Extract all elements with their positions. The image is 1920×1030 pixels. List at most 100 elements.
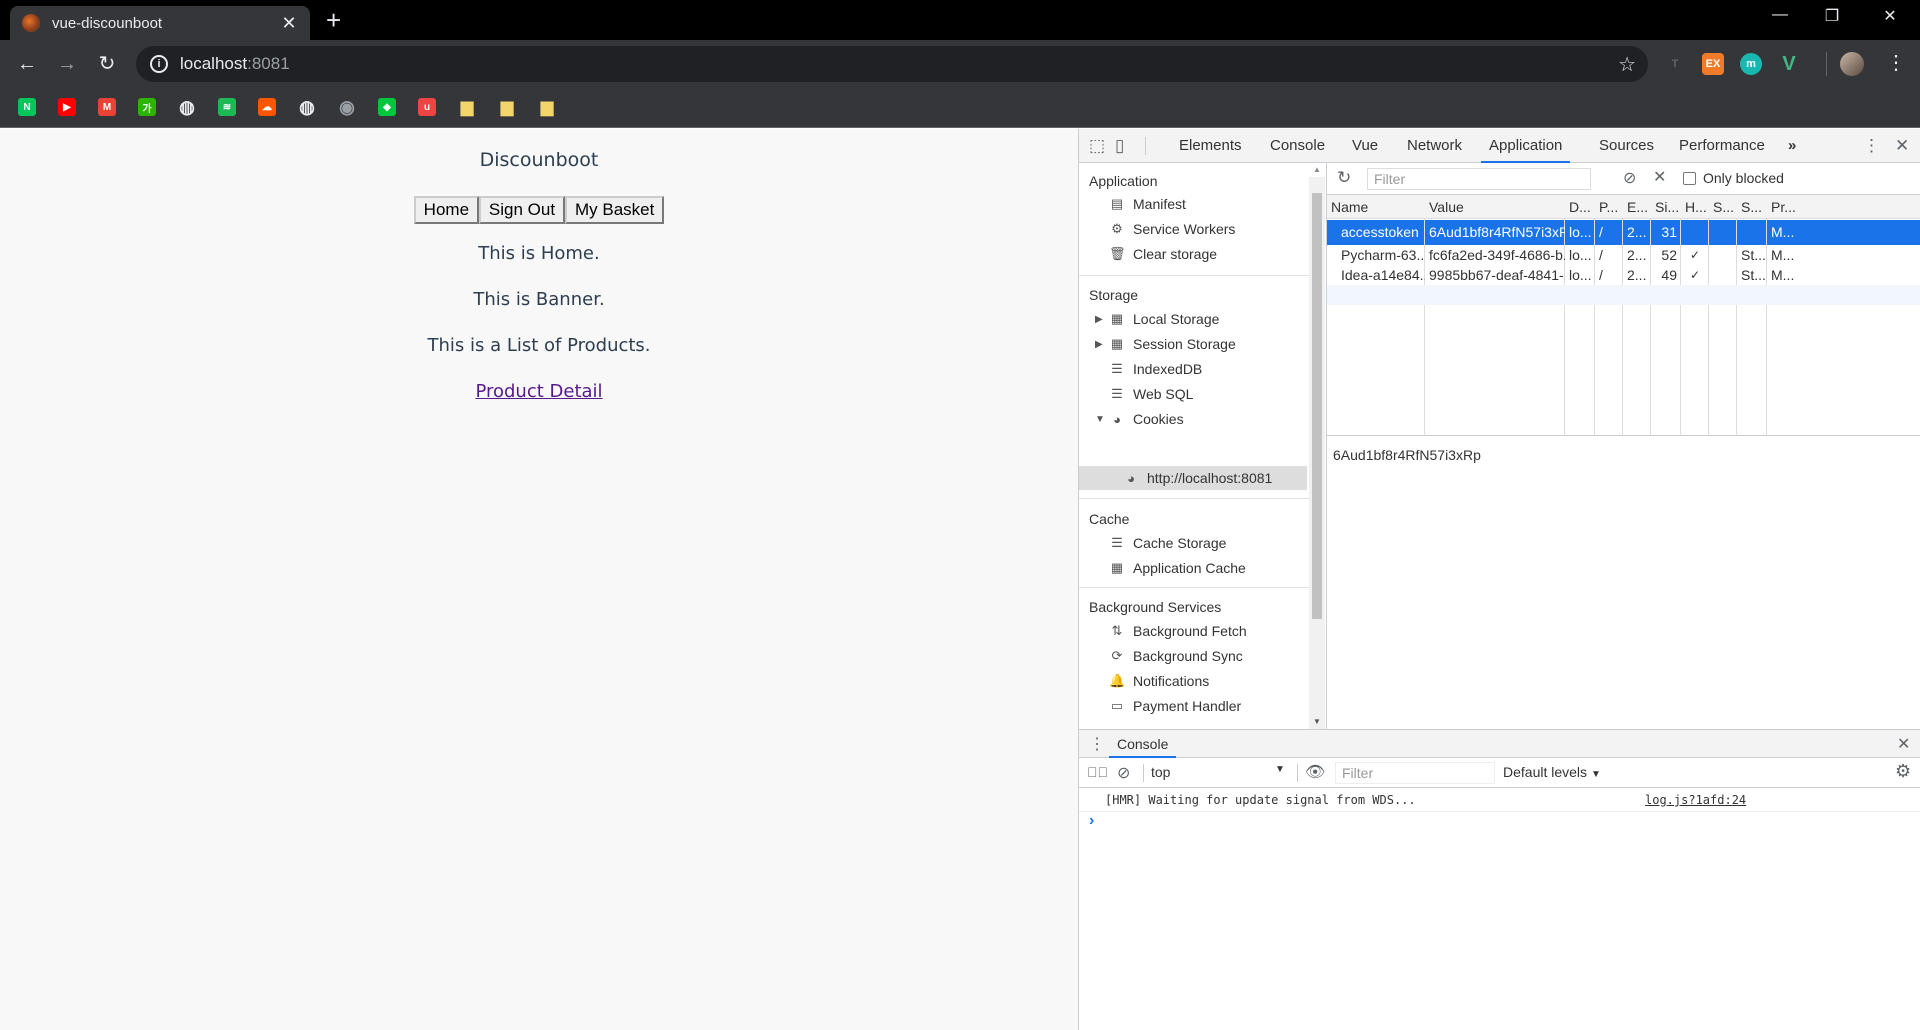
table-cell[interactable]: 6Aud1bf8r4RfN57i3xRp: [1425, 220, 1565, 245]
bookmark-icon[interactable]: ▶: [58, 98, 76, 116]
bookmark-icon[interactable]: ≋: [218, 98, 236, 116]
table-cell[interactable]: fc6fa2ed-349f-4686-b...: [1425, 245, 1565, 265]
tab-elements[interactable]: Elements: [1177, 129, 1244, 163]
scroll-down-icon[interactable]: ▼: [1313, 717, 1321, 726]
column-header[interactable]: P...: [1595, 195, 1623, 219]
only-blocked-checkbox[interactable]: [1683, 172, 1696, 185]
forward-icon[interactable]: →: [54, 52, 80, 76]
eye-icon[interactable]: 👁: [1305, 762, 1325, 782]
sidebar-item-cookie-origin[interactable]: ◕ http://localhost:8081: [1123, 467, 1272, 489]
bookmark-icon[interactable]: 가: [138, 98, 156, 116]
sidebar-item-payment-handler[interactable]: ▭ Payment Handler: [1109, 695, 1241, 717]
table-cell[interactable]: M...: [1767, 265, 1920, 285]
device-toolbar-icon[interactable]: ▯: [1115, 136, 1124, 156]
console-source-link[interactable]: log.js?1afd:24: [1645, 793, 1746, 807]
table-cell[interactable]: 2...: [1623, 245, 1651, 265]
devtools-menu-icon[interactable]: ⋮: [1863, 136, 1880, 156]
extension-icon[interactable]: V: [1778, 53, 1800, 75]
sidebar-item-cookies[interactable]: ▼ ◕ Cookies: [1095, 408, 1184, 430]
table-cell[interactable]: Pycharm-63...: [1327, 245, 1425, 265]
drawer-menu-icon[interactable]: ⋮: [1089, 734, 1105, 754]
table-cell[interactable]: ✓: [1681, 265, 1709, 285]
bookmark-icon[interactable]: u: [418, 98, 436, 116]
avatar[interactable]: [1840, 52, 1864, 76]
column-header[interactable]: E...: [1623, 195, 1651, 219]
table-cell[interactable]: [1709, 245, 1737, 265]
more-tabs-icon[interactable]: »: [1786, 129, 1798, 163]
chevron-down-icon[interactable]: ▼: [1275, 764, 1285, 775]
bookmark-icon[interactable]: ▆: [458, 98, 476, 116]
close-drawer-icon[interactable]: ✕: [1897, 734, 1910, 754]
scrollbar-thumb[interactable]: [1312, 193, 1322, 619]
log-levels-select[interactable]: Default levels ▼: [1503, 764, 1601, 780]
product-detail-link[interactable]: Product Detail: [475, 381, 602, 402]
extension-icon[interactable]: m: [1740, 53, 1762, 75]
bookmark-icon[interactable]: ▆: [538, 98, 556, 116]
table-cell[interactable]: /: [1595, 245, 1623, 265]
site-info-icon[interactable]: i: [150, 55, 168, 73]
table-cell[interactable]: M...: [1767, 220, 1920, 245]
column-header[interactable]: S...: [1737, 195, 1767, 219]
tab-network[interactable]: Network: [1405, 129, 1464, 163]
extension-icon[interactable]: EX: [1702, 53, 1724, 75]
sidebar-item-background-sync[interactable]: ⟳ Background Sync: [1109, 645, 1243, 667]
sidebar-item-local-storage[interactable]: ▶ ▦ Local Storage: [1095, 308, 1219, 330]
inspect-element-icon[interactable]: ⬚: [1089, 136, 1105, 156]
tab-vue[interactable]: Vue: [1350, 129, 1380, 163]
table-cell[interactable]: lo...: [1565, 265, 1595, 285]
clear-console-icon[interactable]: ⊘: [1117, 763, 1130, 783]
table-cell[interactable]: lo...: [1565, 220, 1595, 245]
bookmark-icon[interactable]: ◉: [338, 97, 356, 117]
table-cell[interactable]: [1709, 265, 1737, 285]
delete-selected-icon[interactable]: ✕: [1653, 167, 1666, 187]
table-cell[interactable]: St...: [1737, 265, 1767, 285]
back-icon[interactable]: ←: [14, 52, 40, 76]
tab-performance[interactable]: Performance: [1677, 129, 1767, 163]
sidebar-item-web-sql[interactable]: ☰ Web SQL: [1109, 383, 1193, 405]
bookmark-icon[interactable]: ◆: [378, 98, 396, 116]
table-cell[interactable]: Idea-a14e84...: [1327, 265, 1425, 285]
context-select[interactable]: top: [1151, 764, 1170, 780]
table-cell[interactable]: 9985bb67-deaf-4841-...: [1425, 265, 1565, 285]
sidebar-item-notifications[interactable]: 🔔 Notifications: [1109, 670, 1209, 692]
tab-console-drawer[interactable]: Console: [1109, 730, 1177, 758]
sidebar-item-service-workers[interactable]: ⚙ Service Workers: [1109, 218, 1235, 240]
expand-arrow-icon[interactable]: ▶: [1095, 314, 1103, 325]
table-cell[interactable]: [1709, 220, 1737, 245]
column-header[interactable]: H...: [1681, 195, 1709, 219]
table-cell[interactable]: lo...: [1565, 245, 1595, 265]
minimize-icon[interactable]: —: [1760, 6, 1800, 24]
sidebar-item-indexeddb[interactable]: ☰ IndexedDB: [1109, 358, 1202, 380]
extension-icon[interactable]: T: [1664, 53, 1686, 75]
bookmark-star-icon[interactable]: ☆: [1618, 52, 1636, 77]
restore-icon[interactable]: ❐: [1812, 6, 1852, 26]
cookie-filter-input[interactable]: Filter: [1367, 168, 1591, 190]
close-window-icon[interactable]: ✕: [1870, 6, 1910, 26]
sidebar-item-manifest[interactable]: ▤ Manifest: [1109, 193, 1186, 215]
console-prompt[interactable]: ›: [1089, 812, 1094, 830]
table-cell[interactable]: [1737, 220, 1767, 245]
bookmark-icon[interactable]: ◍: [178, 97, 196, 117]
table-cell[interactable]: ✓: [1681, 245, 1709, 265]
sidebar-toggle-icon[interactable]: ▸⃞: [1087, 764, 1108, 780]
table-cell[interactable]: 52: [1651, 245, 1681, 265]
table-cell[interactable]: St...: [1737, 245, 1767, 265]
table-cell[interactable]: 2...: [1623, 265, 1651, 285]
column-header[interactable]: Value: [1425, 195, 1565, 219]
console-settings-icon[interactable]: ⚙: [1895, 761, 1911, 782]
column-header[interactable]: Name: [1327, 195, 1425, 219]
sidebar-scrollbar[interactable]: [1309, 177, 1325, 729]
bookmark-icon[interactable]: ◍: [298, 97, 316, 117]
tab-sources[interactable]: Sources: [1597, 129, 1656, 163]
column-header[interactable]: S...: [1709, 195, 1737, 219]
expand-arrow-icon[interactable]: ▶: [1095, 339, 1103, 350]
clear-all-icon[interactable]: ⊘: [1623, 168, 1636, 188]
refresh-icon[interactable]: ↻: [1337, 168, 1351, 188]
my-basket-button[interactable]: My Basket: [564, 196, 665, 224]
home-button[interactable]: Home: [413, 196, 480, 224]
close-tab-icon[interactable]: ✕: [280, 13, 298, 34]
table-cell[interactable]: 2...: [1623, 220, 1651, 245]
table-cell[interactable]: /: [1595, 220, 1623, 245]
reload-icon[interactable]: ↻: [94, 52, 120, 76]
tab-console[interactable]: Console: [1268, 129, 1327, 163]
